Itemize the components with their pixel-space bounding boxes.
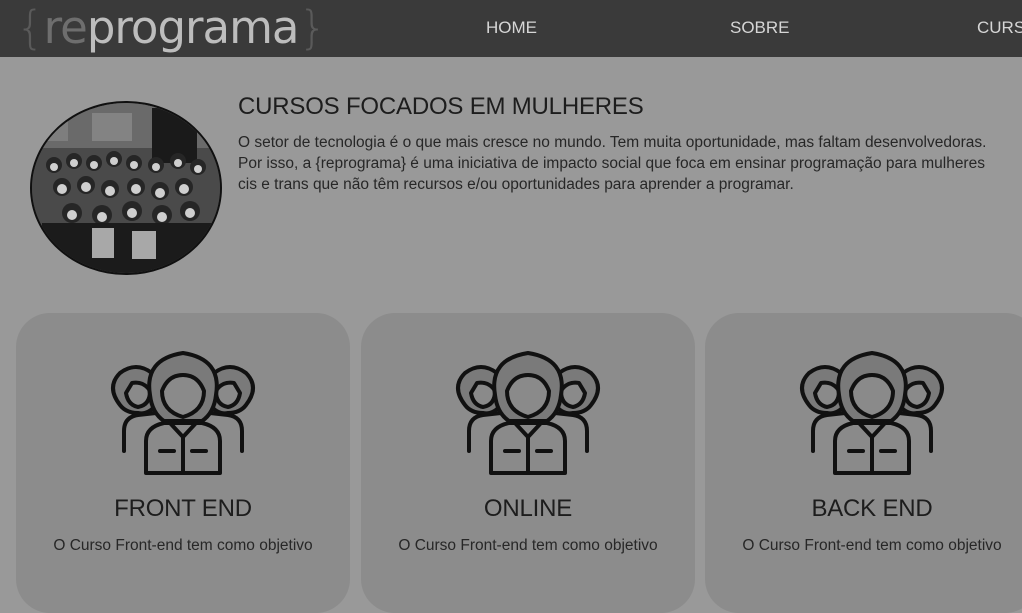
nav-home[interactable]: HOME xyxy=(486,0,537,57)
logo-brace-open: { xyxy=(16,1,45,54)
card-description: O Curso Front-end tem como objetivo xyxy=(742,537,1002,554)
women-group-icon xyxy=(456,351,600,475)
course-card-online[interactable]: ONLINE O Curso Front-end tem como objeti… xyxy=(361,313,695,613)
nav-cursos[interactable]: CURSOS xyxy=(977,0,1022,57)
card-title: FRONT END xyxy=(114,495,252,522)
logo-brace-close: } xyxy=(298,1,328,54)
intro-line: O setor de tecnologia é o que mais cresc… xyxy=(238,134,987,151)
intro-text: O setor de tecnologia é o que mais cresc… xyxy=(238,132,1022,195)
card-title: ONLINE xyxy=(483,495,573,522)
reprograma-logo[interactable]: {reprograma} xyxy=(16,1,328,54)
group-photo xyxy=(30,101,222,275)
logo-re: re xyxy=(43,1,88,54)
intro-line: Por isso, a {reprograma} é uma iniciativ… xyxy=(238,155,985,172)
women-group-icon xyxy=(111,351,255,475)
logo-programa: programa xyxy=(86,1,300,54)
women-group-icon xyxy=(800,351,944,475)
nav-sobre[interactable]: SOBRE xyxy=(730,0,790,57)
course-card-back-end[interactable]: BACK END O Curso Front-end tem como obje… xyxy=(705,313,1022,613)
intro-line: cis e trans que não têm recursos e/ou op… xyxy=(238,176,794,193)
card-title: BACK END xyxy=(811,495,933,522)
card-description: O Curso Front-end tem como objetivo xyxy=(398,537,658,554)
card-description: O Curso Front-end tem como objetivo xyxy=(53,537,313,554)
top-header: {reprograma} HOME SOBRE CURSOS xyxy=(0,0,1022,57)
course-card-front-end[interactable]: FRONT END O Curso Front-end tem como obj… xyxy=(16,313,350,613)
intro-title: CURSOS FOCADOS EM MULHERES xyxy=(238,93,644,120)
